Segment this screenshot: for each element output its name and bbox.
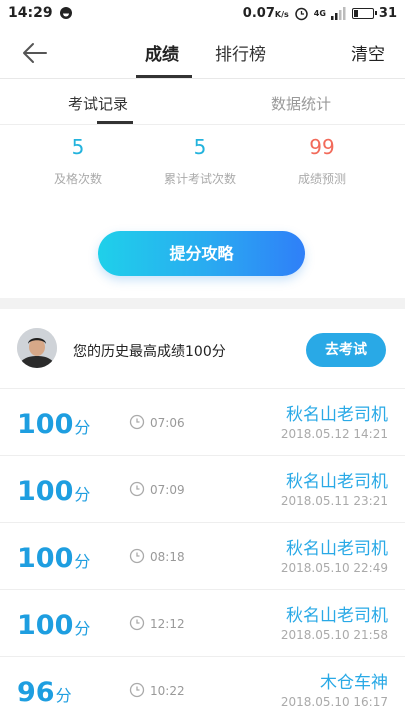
stat-label: 成绩预测 bbox=[297, 172, 346, 186]
record-row[interactable]: 100分 08:18 秋名山老司机 2018.05.10 22:49 bbox=[0, 523, 405, 590]
tab-ranking[interactable]: 排行榜 bbox=[215, 40, 266, 65]
nav-bar: 成绩 排行榜 清空 bbox=[0, 26, 405, 78]
clock-icon bbox=[129, 615, 145, 631]
best-score-text: 您的历史最高成绩100分 bbox=[73, 344, 226, 360]
stat-value: 5 bbox=[71, 135, 85, 159]
record-duration: 07:06 bbox=[150, 416, 185, 430]
stat-total-exams: 5 累计考试次数 bbox=[130, 134, 270, 187]
take-exam-button[interactable]: 去考试 bbox=[306, 333, 386, 367]
notification-icon bbox=[59, 7, 72, 19]
tab-data-statistics[interactable]: 数据统计 bbox=[271, 93, 331, 114]
record-date: 2018.05.11 23:21 bbox=[280, 494, 388, 508]
record-score: 100分 bbox=[17, 476, 91, 507]
nav-divider bbox=[0, 78, 405, 79]
record-duration: 07:09 bbox=[150, 483, 185, 497]
record-row[interactable]: 100分 07:09 秋名山老司机 2018.05.11 23:21 bbox=[0, 456, 405, 523]
record-score: 96分 bbox=[17, 677, 72, 708]
stat-label: 累计考试次数 bbox=[163, 172, 236, 186]
clock-icon bbox=[129, 682, 145, 698]
subtab-divider bbox=[0, 124, 405, 125]
stat-value: 99 bbox=[309, 135, 335, 159]
record-nickname: 秋名山老司机 bbox=[286, 539, 388, 559]
best-score-banner: 您的历史最高成绩100分 去考试 bbox=[0, 309, 405, 389]
stat-score-prediction: 99 成绩预测 bbox=[252, 134, 392, 187]
clear-button[interactable]: 清空 bbox=[351, 40, 385, 65]
stat-label: 及格次数 bbox=[53, 172, 102, 186]
signal-icon bbox=[330, 6, 346, 20]
record-date: 2018.05.12 14:21 bbox=[280, 427, 388, 441]
improve-score-tips-button[interactable]: 提分攻略 bbox=[98, 231, 305, 276]
stat-pass-count: 5 及格次数 bbox=[8, 134, 148, 187]
clock-icon bbox=[129, 414, 145, 430]
record-date: 2018.05.10 16:17 bbox=[280, 695, 388, 709]
record-duration: 10:22 bbox=[150, 684, 185, 698]
section-gap bbox=[0, 298, 405, 309]
record-score: 100分 bbox=[17, 543, 91, 574]
record-date: 2018.05.10 22:49 bbox=[280, 561, 388, 575]
avatar bbox=[17, 328, 57, 368]
record-date: 2018.05.10 21:58 bbox=[280, 628, 388, 642]
record-nickname: 木仓车神 bbox=[320, 673, 388, 693]
record-duration: 08:18 bbox=[150, 550, 185, 564]
record-row[interactable]: 96分 10:22 木仓车神 2018.05.10 16:17 bbox=[0, 657, 405, 720]
tab-exam-records[interactable]: 考试记录 bbox=[68, 93, 128, 114]
record-duration: 12:12 bbox=[150, 617, 185, 631]
alarm-icon bbox=[295, 7, 308, 20]
record-score: 100分 bbox=[17, 610, 91, 641]
avatar-image bbox=[17, 328, 57, 368]
network-speed: 0.07K/s bbox=[242, 5, 289, 21]
battery-level: 31 bbox=[378, 5, 397, 21]
back-arrow-icon[interactable] bbox=[20, 38, 50, 68]
sub-tabs: 考试记录 数据统计 bbox=[0, 80, 405, 124]
record-score: 100分 bbox=[17, 409, 91, 440]
stat-value: 5 bbox=[193, 135, 207, 159]
battery-icon bbox=[351, 7, 377, 19]
exam-record-list: 100分 07:06 秋名山老司机 2018.05.12 14:21 100分 … bbox=[0, 389, 405, 720]
record-nickname: 秋名山老司机 bbox=[286, 472, 388, 492]
tab-score[interactable]: 成绩 bbox=[145, 40, 179, 65]
status-bar: 14:29 0.07K/s 4G 31 bbox=[0, 0, 405, 26]
network-type: 4G bbox=[313, 8, 326, 18]
record-nickname: 秋名山老司机 bbox=[286, 606, 388, 626]
record-row[interactable]: 100分 07:06 秋名山老司机 2018.05.12 14:21 bbox=[0, 389, 405, 456]
clock-icon bbox=[129, 481, 145, 497]
record-row[interactable]: 100分 12:12 秋名山老司机 2018.05.10 21:58 bbox=[0, 590, 405, 657]
record-nickname: 秋名山老司机 bbox=[286, 405, 388, 425]
status-time: 14:29 bbox=[8, 5, 53, 21]
clock-icon bbox=[129, 548, 145, 564]
